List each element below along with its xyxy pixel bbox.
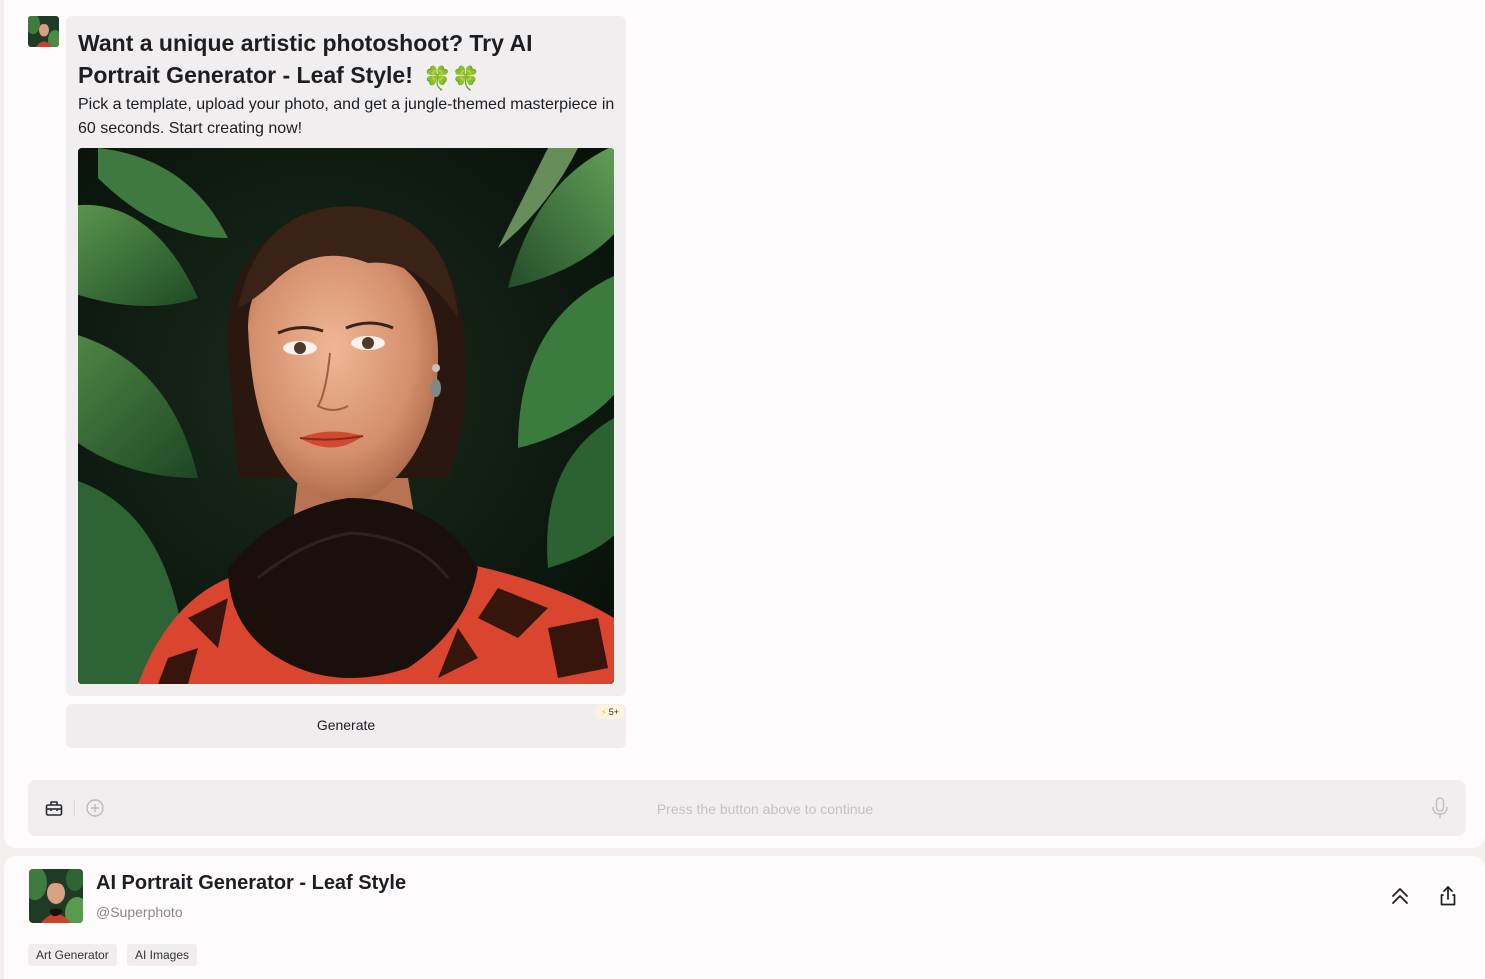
cost-value: 5+ [608,707,619,717]
message-body: Pick a template, upload your photo, and … [78,96,615,137]
generate-label: Generate [316,717,376,733]
microphone-icon[interactable] [1430,796,1450,825]
chat-input-bar [28,780,1466,836]
bot-handle[interactable]: @Superphoto [96,904,183,920]
toolbox-icon[interactable] [44,798,64,823]
double-chevron-up-icon[interactable] [1388,884,1412,908]
generate-button[interactable]: Generate ⚡ 5+ [66,704,626,748]
message-card: Want a unique artistic photoshoot? Try A… [66,16,626,696]
tag-ai-images[interactable]: AI Images [127,944,198,966]
clover-icon: 🍀🍀 [423,65,481,91]
bot-avatar [28,16,59,47]
bot-title: AI Portrait Generator - Leaf Style [96,872,407,894]
message-title: Want a unique artistic photoshoot? Try A… [78,27,598,94]
bot-info-avatar [29,869,83,923]
portrait-image [78,148,614,684]
input-divider [74,800,75,816]
share-icon[interactable] [1436,884,1460,908]
cost-badge: ⚡ 5+ [596,705,624,719]
bolt-icon: ⚡ [601,708,607,717]
plus-circle-icon[interactable] [85,798,105,823]
chat-input[interactable] [148,795,1382,823]
tag-art-generator[interactable]: Art Generator [28,944,117,966]
